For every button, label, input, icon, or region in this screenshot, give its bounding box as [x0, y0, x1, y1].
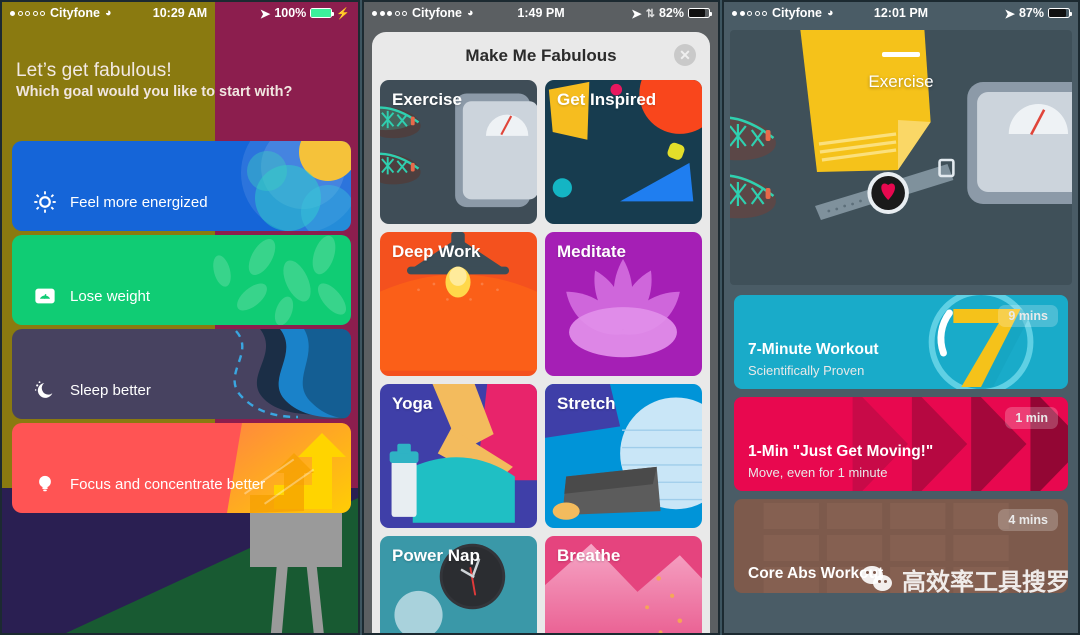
tile-breathe[interactable]: Breathe	[545, 536, 702, 633]
tile-power-nap[interactable]: Power Nap	[380, 536, 537, 633]
wifi-icon: ◕	[827, 7, 834, 19]
goal-label: Focus and concentrate better	[70, 476, 266, 493]
sun-icon	[34, 191, 56, 213]
activity-grid: Exercise Get Inspired Deep Work Meditate…	[380, 80, 702, 633]
duration-badge: 9 mins	[998, 305, 1058, 327]
status-bar-3: Cityfone ◕ 12:01 PM ➤ 87%	[724, 2, 1078, 24]
status-carrier-group: Cityfone ◕	[732, 6, 834, 20]
goal-art-arrows	[12, 423, 351, 513]
screenshot-stage: Cityfone ◕ 10:29 AM ➤ 100% ⚡ Let’s get f…	[0, 0, 1080, 635]
status-right-group: ➤ ⇅ 82%	[631, 6, 712, 21]
notebook-shoes-watch-scale-art	[730, 30, 1072, 220]
phone-panel-exercise-list: Cityfone ◕ 12:01 PM ➤ 87% Exercise 9 min…	[722, 0, 1080, 635]
easel-illustration	[250, 505, 342, 633]
tile-exercise[interactable]: Exercise	[380, 80, 537, 224]
goal-label: Feel more energized	[70, 194, 208, 211]
tile-label: Breathe	[557, 546, 621, 565]
tile-get-inspired[interactable]: Get Inspired	[545, 80, 702, 224]
wifi-icon: ◕	[105, 7, 112, 19]
tile-label: Power Nap	[392, 546, 480, 565]
status-bar-2: Cityfone ◕ 1:49 PM ➤ ⇅ 82%	[364, 2, 718, 24]
goal-card-lose-weight[interactable]: Lose weight	[12, 235, 351, 325]
workout-title: 1-Min "Just Get Moving!"	[748, 443, 934, 460]
goal-label: Lose weight	[70, 288, 151, 305]
battery-percent: 87%	[1018, 6, 1044, 20]
location-arrow-icon: ➤	[631, 6, 642, 21]
wechat-watermark: 高效率工具搜罗	[861, 562, 1070, 597]
phone-panel-activity-picker: Cityfone ◕ 1:49 PM ➤ ⇅ 82% Make Me Fabul…	[362, 0, 720, 635]
hero-title: Exercise	[868, 72, 934, 91]
goal-art-leaves	[12, 235, 351, 325]
goal-art-waves	[12, 329, 351, 419]
close-icon[interactable]: ✕	[674, 44, 696, 66]
exercise-hero: Exercise	[730, 30, 1072, 285]
sheet-header: Make Me Fabulous ✕	[372, 32, 710, 80]
tile-label: Stretch	[557, 394, 616, 413]
battery-icon	[688, 8, 712, 18]
tile-label: Deep Work	[392, 242, 481, 261]
goal-art-energized	[12, 141, 351, 231]
sheet-title: Make Me Fabulous	[465, 46, 617, 65]
wifi-icon: ◕	[467, 7, 474, 19]
status-carrier-group: Cityfone ◕	[372, 6, 474, 20]
tile-label: Exercise	[392, 90, 462, 109]
status-right-group: ➤ 100% ⚡	[260, 6, 350, 21]
workout-card-7-minute[interactable]: 9 mins 7-Minute Workout Scientifically P…	[734, 295, 1068, 389]
battery-icon	[1048, 8, 1072, 18]
location-arrow-icon: ➤	[259, 6, 271, 21]
status-carrier-group: Cityfone ◕	[10, 6, 112, 20]
signal-dots-icon	[10, 10, 45, 16]
signal-dots-icon	[732, 10, 767, 16]
status-bar-1: Cityfone ◕ 10:29 AM ➤ 100% ⚡	[2, 2, 358, 24]
goal-label: Sleep better	[70, 382, 151, 399]
duration-badge: 1 min	[1005, 407, 1058, 429]
scale-icon	[35, 288, 55, 304]
location-arrow-icon: ➤	[1004, 6, 1015, 21]
activity-sheet: Make Me Fabulous ✕ Exercise Get Inspired…	[372, 32, 710, 633]
goal-card-sleep[interactable]: Sleep better	[12, 329, 351, 419]
moon-icon	[34, 381, 53, 398]
signal-dots-icon	[372, 10, 407, 16]
watermark-text: 高效率工具搜罗	[902, 569, 1070, 596]
battery-percent: 82%	[658, 6, 684, 20]
lightbulb-icon	[39, 475, 51, 492]
phone-panel-goals: Cityfone ◕ 10:29 AM ➤ 100% ⚡ Let’s get f…	[0, 0, 360, 635]
page-subtitle: Which goal would you like to start with?	[16, 84, 293, 100]
tile-meditate[interactable]: Meditate	[545, 232, 702, 376]
tile-label: Get Inspired	[557, 90, 657, 109]
battery-icon	[310, 8, 335, 18]
tile-label: Meditate	[557, 242, 626, 261]
carrier-label: Cityfone	[772, 6, 822, 20]
workout-title: 7-Minute Workout	[748, 341, 879, 358]
workout-card-1-min[interactable]: 1 min 1-Min "Just Get Moving!" Move, eve…	[734, 397, 1068, 491]
bluetooth-icon: ⇅	[645, 7, 655, 20]
page-title: Let’s get fabulous!	[16, 60, 172, 81]
carrier-label: Cityfone	[50, 6, 100, 20]
goal-card-focus[interactable]: Focus and concentrate better	[12, 423, 351, 513]
tile-stretch[interactable]: Stretch	[545, 384, 702, 528]
tile-yoga[interactable]: Yoga	[380, 384, 537, 528]
workout-subtitle: Move, even for 1 minute	[748, 465, 888, 480]
wechat-icon	[861, 566, 895, 593]
duration-badge: 4 mins	[998, 509, 1058, 531]
battery-percent: 100%	[274, 6, 307, 20]
goal-card-energized[interactable]: Feel more energized	[12, 141, 351, 231]
tile-deep-work[interactable]: Deep Work	[380, 232, 537, 376]
bolt-icon: ⚡	[336, 7, 350, 20]
workout-subtitle: Scientifically Proven	[748, 363, 865, 378]
tile-label: Yoga	[392, 394, 433, 413]
drag-handle[interactable]	[882, 52, 920, 57]
status-right-group: ➤ 87%	[1004, 6, 1072, 21]
carrier-label: Cityfone	[412, 6, 462, 20]
